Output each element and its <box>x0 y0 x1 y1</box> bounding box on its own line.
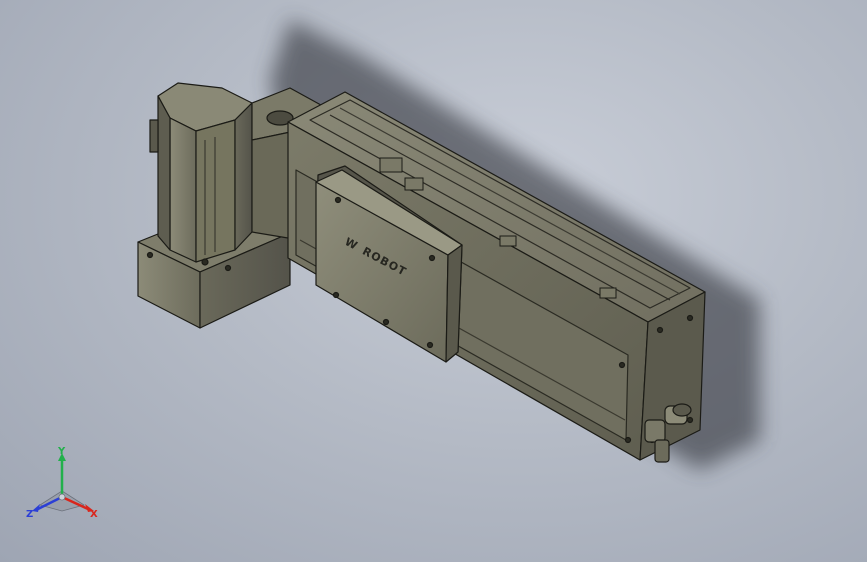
triad-x-label: X <box>90 509 98 520</box>
triad-origin <box>58 493 66 501</box>
triad-y-label: Y <box>57 446 66 457</box>
servo-motor <box>149 82 253 266</box>
triad-z-label: Z <box>26 509 33 520</box>
cad-viewport[interactable]: W ROBOT Y X Z <box>0 0 867 562</box>
view-orientation-triad[interactable]: Y X Z <box>22 445 112 525</box>
actuator-model[interactable]: W ROBOT <box>0 0 867 562</box>
